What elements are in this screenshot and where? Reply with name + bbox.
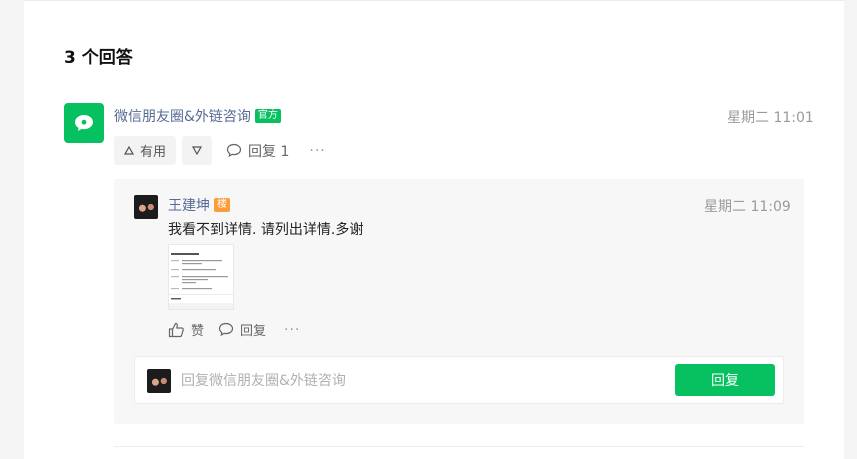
reply-composer: 回复 [134, 356, 784, 404]
answer-time: 星期二 11:01 [727, 110, 814, 126]
official-avatar[interactable] [64, 103, 104, 143]
screenshot-thumbnail-image [169, 245, 233, 309]
comment-icon [218, 322, 234, 337]
answer-reply-button[interactable]: 回复 1 [226, 141, 289, 161]
answer-reply-label: 回复 1 [248, 143, 290, 160]
like-button[interactable]: 赞 [168, 320, 204, 339]
comment-author-row: 王建坤 楼 [168, 195, 230, 215]
comment-thread: 王建坤 楼 星期二 11:09 我看不到详情. 请列出详情.多谢 赞 回复 ··… [114, 179, 804, 424]
answers-count-heading: 3 个回答 [64, 48, 133, 68]
chat-bubble-icon [75, 115, 93, 131]
comment-text: 我看不到详情. 请列出详情.多谢 [168, 222, 364, 238]
not-useful-button[interactable] [182, 136, 213, 165]
comment-more-button[interactable]: ··· [284, 322, 300, 338]
floor-badge: 楼 [214, 198, 230, 212]
thumbs-up-icon [168, 322, 184, 337]
useful-label: 有用 [140, 145, 167, 160]
triangle-down-icon [192, 146, 203, 155]
useful-button[interactable]: 有用 [114, 136, 177, 165]
answers-panel: 3 个回答 微信朋友圈&外链咨询 官方 星期二 11:01 有用 回复 1 ··… [24, 0, 844, 459]
current-user-avatar [147, 369, 171, 393]
comment-author-name[interactable]: 王建坤 [168, 195, 210, 215]
comment-attachment-thumbnail[interactable] [168, 244, 234, 310]
answer-author-name[interactable]: 微信朋友圈&外链咨询 [114, 106, 251, 126]
reply-submit-button[interactable]: 回复 [675, 364, 775, 396]
comment-time: 星期二 11:09 [704, 199, 791, 215]
answer-more-button[interactable]: ··· [309, 143, 325, 159]
comment-reply-label: 回复 [240, 324, 267, 339]
reply-input[interactable] [179, 369, 653, 393]
commenter-avatar[interactable] [134, 195, 158, 219]
answer-actions: 有用 回复 1 ··· [114, 136, 326, 165]
answer-divider [114, 446, 804, 447]
triangle-up-icon [124, 146, 134, 155]
like-label: 赞 [191, 324, 205, 339]
comment-reply-button[interactable]: 回复 [218, 320, 266, 339]
comment-icon [226, 143, 242, 158]
official-badge: 官方 [254, 109, 281, 123]
answer-author-row: 微信朋友圈&外链咨询 官方 [114, 106, 281, 126]
comment-actions: 赞 回复 ··· [168, 320, 300, 339]
